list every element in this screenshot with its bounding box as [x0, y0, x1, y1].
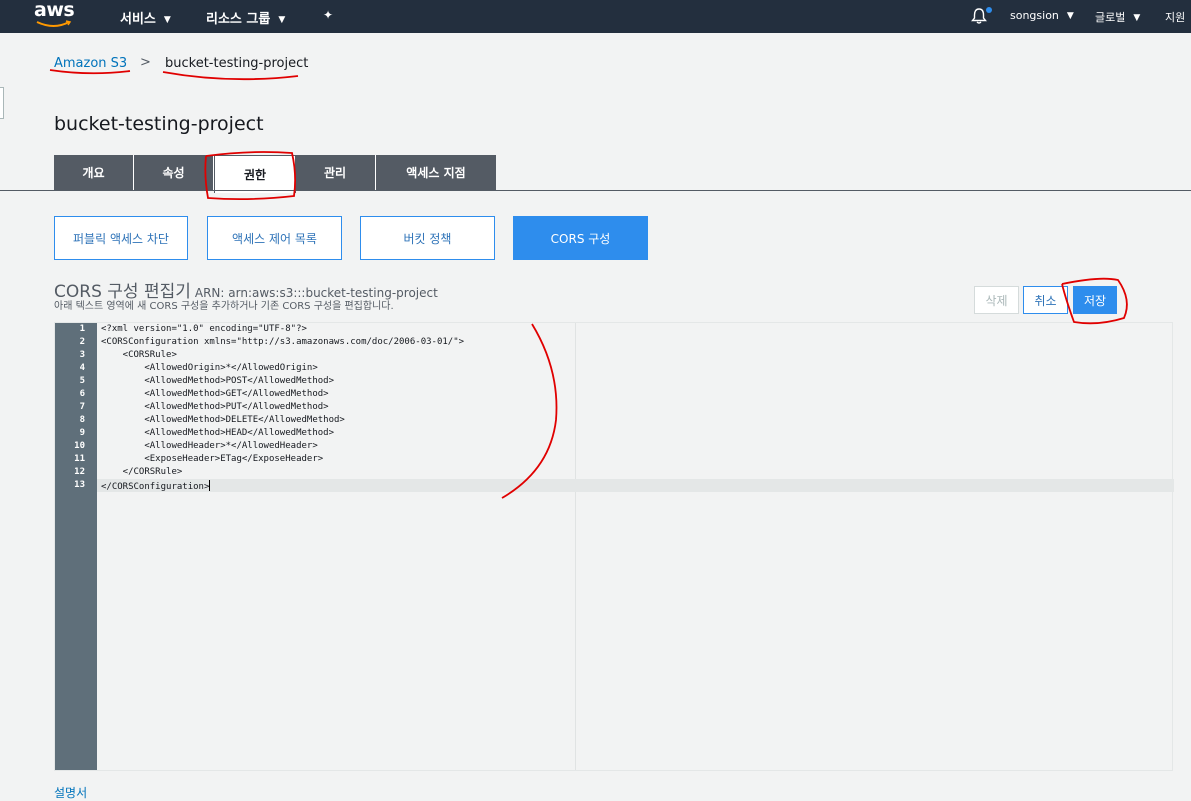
code-line-last: </CORSConfiguration>: [101, 480, 211, 492]
code-line: <AllowedMethod>DELETE</AllowedMethod>: [101, 415, 345, 425]
active-line-highlight: [97, 479, 1174, 492]
code-line: <AllowedMethod>GET</AllowedMethod>: [101, 389, 329, 399]
cors-code-editor[interactable]: 1 2 3 4 5 6 7 8 9 10 11 12 13 <?xml vers…: [54, 322, 1174, 771]
code-line: <AllowedMethod>PUT</AllowedMethod>: [101, 402, 329, 412]
bucket-policy-button[interactable]: 버킷 정책: [360, 216, 495, 260]
line-number: 11: [74, 454, 85, 464]
user-name: songsion: [1010, 9, 1059, 22]
breadcrumb-separator: >: [140, 55, 151, 70]
user-menu[interactable]: songsion ▼: [1010, 9, 1074, 22]
side-panel-toggle[interactable]: [0, 87, 4, 119]
tab-permissions[interactable]: 권한: [214, 155, 296, 193]
tabs-divider: [0, 190, 1191, 191]
services-menu[interactable]: 서비스 ▼: [120, 8, 171, 27]
region-label: 글로벌: [1095, 11, 1126, 24]
line-number: 4: [79, 363, 85, 373]
aws-logo[interactable]: aws: [34, 0, 75, 30]
print-margin: [575, 323, 576, 770]
breadcrumb-current: bucket-testing-project: [165, 56, 309, 71]
code-line: <CORSRule>: [101, 350, 177, 360]
line-number: 2: [79, 337, 85, 347]
block-public-access-button[interactable]: 퍼블릭 액세스 차단: [54, 216, 188, 260]
save-button[interactable]: 저장: [1073, 286, 1117, 314]
documentation-link[interactable]: 설명서: [54, 784, 87, 801]
code-line: <AllowedMethod>POST</AllowedMethod>: [101, 376, 334, 386]
code-line: <AllowedHeader>*</AllowedHeader>: [101, 441, 318, 451]
line-number: 9: [79, 428, 85, 438]
code-line: <CORSConfiguration xmlns="http://s3.amaz…: [101, 337, 465, 347]
page-title: bucket-testing-project: [54, 113, 264, 135]
cors-configuration-button[interactable]: CORS 구성: [513, 216, 648, 260]
delete-button[interactable]: 삭제: [974, 286, 1019, 314]
aws-smile-icon: [36, 20, 72, 27]
tab-overview[interactable]: 개요: [54, 155, 134, 190]
code-line: <AllowedMethod>HEAD</AllowedMethod>: [101, 428, 334, 438]
chevron-down-icon: ▼: [1066, 11, 1074, 21]
tab-properties[interactable]: 속성: [134, 155, 214, 190]
breadcrumb-amazon-s3-link[interactable]: Amazon S3: [54, 56, 127, 71]
chevron-down-icon: ▼: [1133, 13, 1141, 23]
text-cursor: [209, 480, 211, 491]
tab-management[interactable]: 관리: [295, 155, 376, 190]
line-number: 6: [79, 389, 85, 399]
pin-icon[interactable]: ✦: [323, 8, 333, 22]
editor-description: 아래 텍스트 영역에 새 CORS 구성을 추가하거나 기존 CORS 구성을 …: [54, 301, 394, 312]
support-label: 지원: [1165, 11, 1186, 24]
notification-dot: [986, 7, 992, 13]
code-line: <AllowedOrigin>*</AllowedOrigin>: [101, 363, 318, 373]
tab-access-points[interactable]: 액세스 지점: [376, 155, 496, 190]
line-number: 8: [79, 415, 85, 425]
line-number: 1: [79, 324, 85, 334]
aws-logo-text: aws: [34, 0, 75, 21]
resource-groups-menu[interactable]: 리소스 그룹 ▼: [206, 8, 285, 27]
access-control-list-button[interactable]: 액세스 제어 목록: [207, 216, 342, 260]
cancel-button[interactable]: 취소: [1023, 286, 1068, 314]
services-label: 서비스: [120, 12, 156, 27]
support-menu[interactable]: 지원: [1165, 9, 1185, 25]
line-number: 5: [79, 376, 85, 386]
code-line: <?xml version="1.0" encoding="UTF-8"?>: [101, 324, 307, 334]
chevron-down-icon: ▼: [278, 15, 286, 25]
chevron-down-icon: ▼: [163, 15, 171, 25]
line-number-gutter: 1 2 3 4 5 6 7 8 9 10 11 12 13: [55, 323, 97, 770]
code-line: <ExposeHeader>ETag</ExposeHeader>: [101, 454, 324, 464]
region-menu[interactable]: 글로벌 ▼: [1095, 9, 1140, 25]
code-line-text: </CORSConfiguration>: [101, 482, 210, 492]
resource-groups-label: 리소스 그룹: [206, 12, 271, 27]
top-navigation-bar: aws 서비스 ▼ 리소스 그룹 ▼ ✦ songsion ▼ 글로벌 ▼ 지원: [0, 0, 1191, 33]
line-number: 10: [74, 441, 85, 451]
code-line: </CORSRule>: [101, 467, 183, 477]
line-number: 7: [79, 402, 85, 412]
line-number: 3: [79, 350, 85, 360]
line-number: 12: [74, 467, 85, 477]
line-number: 13: [74, 480, 85, 490]
